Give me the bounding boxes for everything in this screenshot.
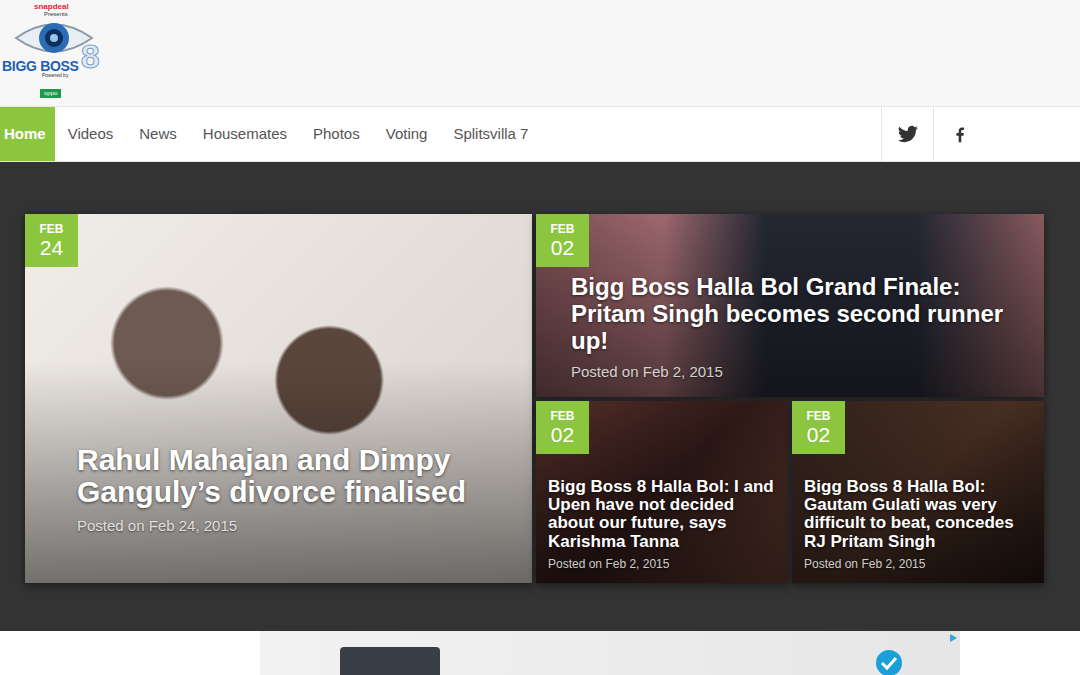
twitter-icon: [898, 124, 918, 144]
check-icon: [875, 649, 903, 675]
post-title[interactable]: Bigg Boss Halla Bol Grand Finale: Pritam…: [571, 274, 1024, 355]
date-day: 02: [551, 424, 574, 445]
post-card[interactable]: FEB 24 Rahul Mahajan and Dimpy Ganguly’s d…: [25, 214, 532, 583]
logo-title: BIGG BOSS: [2, 59, 79, 73]
featured-section: FEB 24 Rahul Mahajan and Dimpy Ganguly’s d…: [0, 162, 1080, 631]
logo-powered: Powered by: [42, 73, 132, 78]
logo-presents: Presents: [44, 11, 132, 17]
site-logo[interactable]: snapdealPresents BIGG BOSS8Powered by oppo: [0, 0, 132, 106]
logo-wordmark: BIGG BOSS8: [0, 59, 132, 73]
date-badge: FEB 24: [25, 214, 78, 267]
date-month: FEB: [551, 223, 575, 235]
post-date: Posted on Feb 2, 2015: [571, 361, 1024, 384]
nav-item[interactable]: Home: [0, 107, 55, 161]
date-month: FEB: [40, 223, 64, 235]
post-title[interactable]: Bigg Boss 8 Halla Bol: Gautam Gulati was…: [804, 478, 1034, 551]
post-date: Posted on Feb 24, 2015: [77, 515, 512, 538]
logo-sponsor: snapdeal: [34, 3, 132, 11]
adchoices-icon: [948, 633, 958, 643]
post-card[interactable]: FEB 02 Bigg Boss 8 Halla Bol: Gautam Gulat…: [792, 401, 1044, 583]
nav-item[interactable]: Housemates: [190, 107, 300, 161]
logo-partner: oppo: [40, 89, 61, 98]
featured-grid: FEB 24 Rahul Mahajan and Dimpy Ganguly’s d…: [25, 214, 1044, 583]
nav-item[interactable]: Videos: [55, 107, 127, 161]
date-day: 02: [807, 424, 830, 445]
date-month: FEB: [807, 410, 831, 422]
nav-item[interactable]: Voting: [373, 107, 441, 161]
date-month: FEB: [551, 410, 575, 422]
date-day: 02: [551, 237, 574, 258]
logo-partner-row: oppo: [0, 78, 132, 102]
social-links: [881, 107, 985, 161]
site-header: snapdealPresents BIGG BOSS8Powered by oppo: [0, 0, 1080, 106]
date-badge: FEB 02: [792, 401, 845, 454]
nav-item[interactable]: Photos: [300, 107, 373, 161]
date-badge: FEB 02: [536, 214, 589, 267]
post-title[interactable]: Rahul Mahajan and Dimpy Ganguly’s divorc…: [77, 444, 512, 509]
post-card[interactable]: FEB 02 Bigg Boss 8 Halla Bol: I and Upen h…: [536, 401, 788, 583]
facebook-icon: [950, 124, 970, 144]
facebook-button[interactable]: [933, 107, 985, 161]
ad-strip: [0, 631, 1080, 675]
post-title[interactable]: Bigg Boss 8 Halla Bol: I and Upen have n…: [548, 478, 778, 551]
post-date: Posted on Feb 2, 2015: [548, 555, 778, 573]
post-date: Posted on Feb 2, 2015: [804, 555, 1034, 573]
twitter-button[interactable]: [881, 107, 933, 161]
date-day: 24: [40, 237, 63, 258]
nav-item[interactable]: News: [126, 107, 190, 161]
ad-banner[interactable]: [260, 631, 960, 675]
logo-season: 8: [81, 39, 100, 73]
nav-item[interactable]: Splitsvilla 7: [440, 107, 541, 161]
post-card[interactable]: FEB 02 Bigg Boss Halla Bol Grand Finale: P…: [536, 214, 1044, 397]
date-badge: FEB 02: [536, 401, 589, 454]
ad-product: [340, 647, 440, 675]
main-nav: HomeVideosNewsHousematesPhotosVotingSpli…: [0, 106, 1080, 162]
